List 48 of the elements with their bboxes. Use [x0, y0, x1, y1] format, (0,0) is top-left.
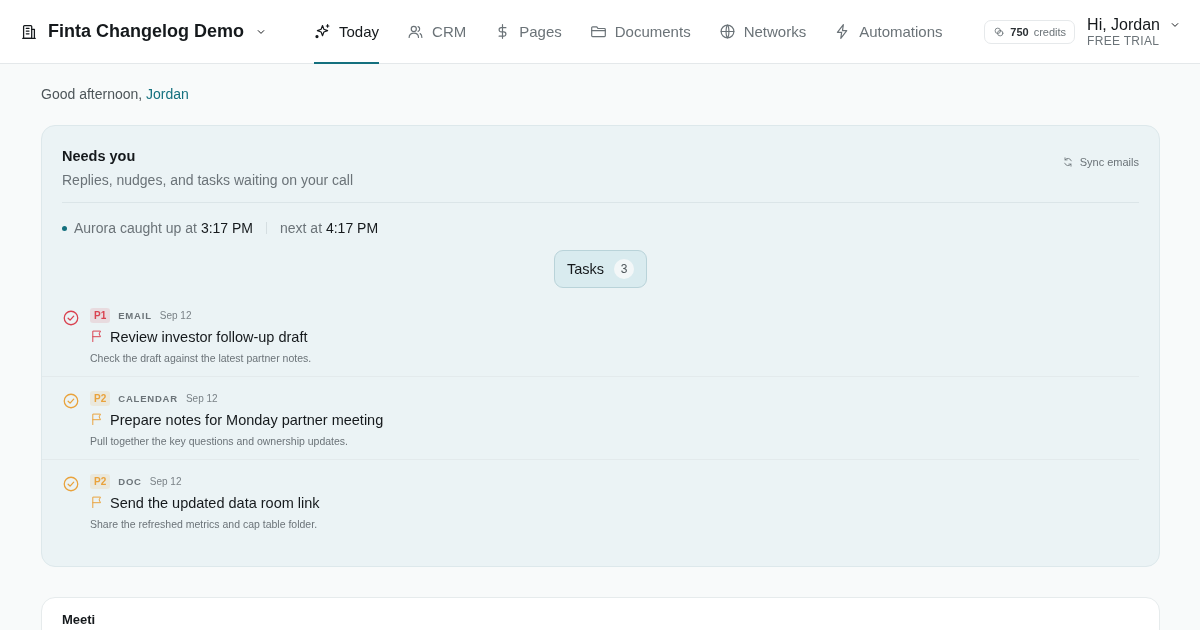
check-circle-icon[interactable] — [62, 475, 80, 493]
flag-icon — [90, 412, 104, 426]
task-note: Share the refreshed metrics and cap table folder. — [90, 518, 319, 530]
nav-tab[interactable]: Automations — [834, 0, 943, 64]
card-title: Needs you — [62, 148, 137, 164]
folder-icon — [589, 23, 607, 40]
sync-status: Aurora caught up at 3:17 PM — [74, 220, 253, 236]
source-label: CALENDAR — [118, 393, 178, 404]
task-date: Sep 12 — [159, 310, 192, 321]
source-label: EMAIL — [118, 310, 152, 321]
nav-tab[interactable]: Today — [314, 0, 380, 64]
flag-icon — [90, 495, 104, 509]
user-link[interactable]: Jordan — [146, 86, 189, 102]
task-title[interactable]: Review investor follow-up draft — [110, 329, 308, 345]
people-icon — [407, 23, 425, 40]
priority-tag: P1 — [90, 308, 111, 323]
nav-tab[interactable]: CRM — [407, 0, 467, 64]
user-greeting[interactable]: Hi, Jordan — [1087, 15, 1160, 34]
sync-emails-button[interactable]: Sync emails — [1061, 154, 1139, 170]
credits-badge[interactable]: 750 credits — [984, 19, 1076, 44]
globe-icon — [718, 23, 736, 40]
coins-icon — [993, 25, 1006, 38]
refresh-icon — [1061, 156, 1074, 168]
workspace-name[interactable]: Finta Changelog Demo — [48, 21, 244, 42]
task-date: Sep 12 — [149, 476, 182, 487]
next-sync: next at 4:17 PM — [280, 220, 379, 236]
nav-tab[interactable]: Networks — [718, 0, 807, 64]
check-circle-icon[interactable] — [62, 392, 80, 410]
card-title: Meeti — [62, 613, 96, 627]
priority-tag: P2 — [90, 391, 111, 406]
priority-tag: P2 — [90, 474, 111, 489]
greeting-text: Good afternoon, Jordan — [41, 86, 190, 102]
nav-tab[interactable]: Documents — [589, 0, 691, 64]
task-note: Pull together the key questions and ownership updates. — [90, 435, 349, 447]
building-icon — [20, 22, 38, 41]
task-title[interactable]: Send the updated data room link — [110, 495, 320, 511]
task-title[interactable]: Prepare notes for Monday partner meeting — [110, 412, 384, 428]
sparkle-icon — [314, 23, 331, 40]
card-subtitle: Replies, nudges, and tasks waiting on your call — [62, 172, 354, 188]
nav-tab[interactable]: Pages — [494, 0, 562, 64]
task-note: Check the draft against the latest partner notes. — [90, 352, 312, 364]
task-date: Sep 12 — [185, 393, 218, 404]
status-dot — [62, 225, 67, 231]
flag-icon — [90, 329, 104, 343]
source-label: DOC — [118, 476, 142, 487]
check-circle-icon[interactable] — [62, 309, 80, 327]
tasks-tab[interactable]: Tasks 3 — [553, 250, 648, 288]
plan-label: FREE TRIAL — [1087, 33, 1161, 48]
